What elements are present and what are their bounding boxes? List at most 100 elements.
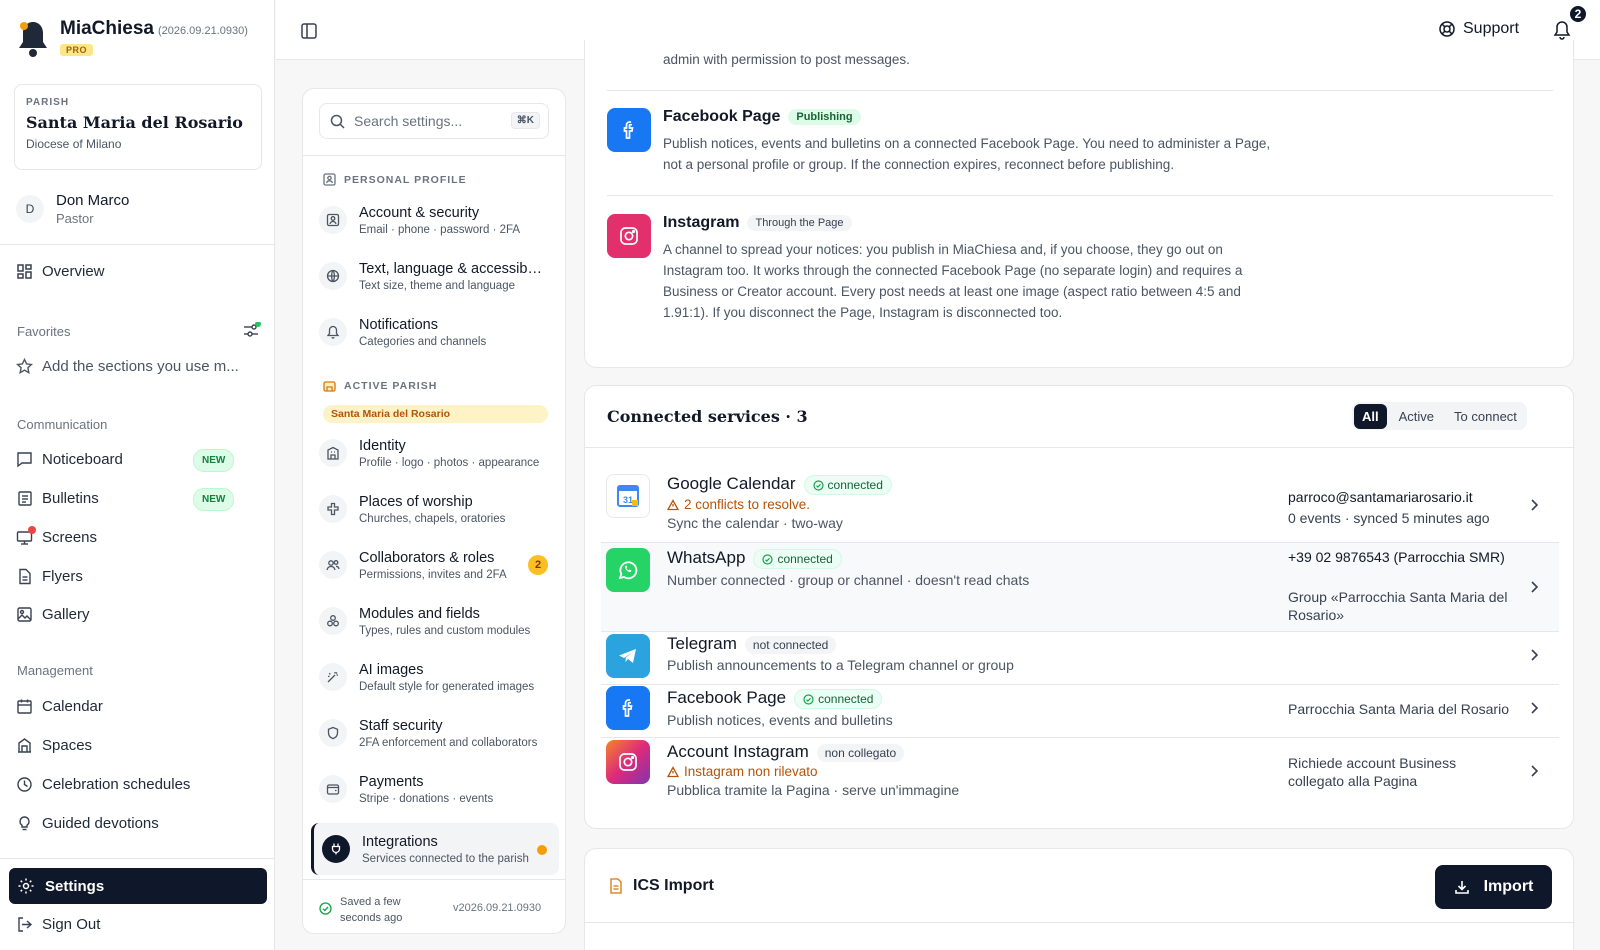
nav-spaces-label: Spaces (42, 736, 93, 754)
notification-count-badge: 2 (1568, 4, 1588, 24)
nav-celebration-schedules[interactable]: Celebration schedules (16, 771, 261, 797)
service-meta: Parrocchia Santa Maria del Rosario (1288, 701, 1509, 717)
file-text-icon (16, 568, 33, 585)
channel-description: Publish notices, events and bulletins on… (663, 136, 1271, 172)
filter-active[interactable]: Active (1391, 404, 1442, 429)
avatar: D (16, 195, 44, 223)
nav-bulletins-label: Bulletins (42, 489, 99, 507)
settings-item-notifications[interactable]: Notifications Categories and channels (319, 307, 559, 357)
nav-flyers-label: Flyers (42, 567, 83, 585)
parish-name: Santa Maria del Rosario (26, 113, 243, 132)
personal-profile-header: PERSONAL PROFILE (323, 173, 467, 186)
service-filter: All Active To connect (1352, 402, 1527, 430)
service-description: Publish announcements to a Telegram chan… (667, 657, 1014, 674)
service-description: Sync the calendar · two-way (667, 515, 843, 532)
filter-all[interactable]: All (1354, 403, 1387, 429)
service-name: WhatsApp (667, 548, 746, 567)
saved-status: Saved a few seconds ago (340, 896, 403, 924)
favorites-label: Favorites (17, 324, 71, 339)
settings-item-title: Integrations (362, 833, 438, 850)
nav-settings[interactable]: Settings (9, 868, 267, 904)
conflict-warning[interactable]: 2 conflicts to resolve. (667, 497, 892, 512)
service-row[interactable]: Telegram not connected Publish announceme… (600, 632, 1560, 682)
nav-gallery[interactable]: Gallery (16, 601, 261, 627)
channels-card: admin with permission to post messages. … (584, 40, 1574, 368)
nav-overview[interactable]: Overview (16, 258, 261, 284)
settings-item-subtitle: Text size, theme and language (359, 279, 515, 292)
active-parish-chip: Santa Maria del Rosario (323, 405, 548, 423)
settings-item-subtitle: Default style for generated images (359, 680, 535, 693)
bell-logo-icon (16, 18, 50, 60)
search-placeholder: Search settings... (354, 113, 463, 129)
warning-icon (667, 498, 679, 510)
nav-sign-out[interactable]: Sign Out (16, 911, 261, 937)
settings-item-payments[interactable]: Payments Stripe · donations · events (319, 764, 559, 814)
favorites-settings-icon[interactable] (243, 322, 261, 338)
cross-icon (319, 495, 347, 523)
status-badge: non collegato (816, 744, 905, 763)
service-meta: Group «Parrocchia Santa Maria del Rosari… (1288, 589, 1508, 623)
new-badge: NEW (193, 449, 235, 472)
instagram-icon (606, 740, 650, 784)
facebook-icon (607, 108, 651, 152)
channel-tag: Publishing (788, 109, 861, 126)
users-icon (319, 551, 347, 579)
instagram-warning: Instagram non rilevato (667, 764, 959, 779)
chevron-right-icon[interactable] (1530, 498, 1540, 512)
chevron-right-icon[interactable] (1530, 701, 1540, 715)
nav-guided-devotions[interactable]: Guided devotions (16, 810, 261, 836)
nav-flyers[interactable]: Flyers (16, 563, 261, 589)
settings-item-collaborators[interactable]: Collaborators & roles Permissions, invite… (319, 540, 559, 590)
settings-item-text-language[interactable]: Text, language & accessibility Text size,… (319, 251, 559, 301)
settings-item-title: Collaborators & roles (359, 549, 495, 566)
settings-search-input[interactable]: Search settings... ⌘K (319, 103, 549, 139)
monitor-icon (16, 525, 36, 546)
management-label: Management (17, 663, 93, 678)
google-calendar-icon: 31 (606, 474, 650, 518)
service-name: Google Calendar (667, 474, 796, 493)
lifebuoy-icon (1438, 20, 1456, 38)
support-button[interactable]: Support (1438, 20, 1519, 38)
nav-calendar[interactable]: Calendar (16, 693, 261, 719)
service-description: Number connected · group or channel · do… (667, 572, 1030, 589)
notifications-bell-icon[interactable] (1553, 20, 1571, 40)
nav-screens[interactable]: Screens (16, 524, 261, 550)
facebook-channel: Facebook Page Publishing Publish notices,… (663, 108, 1283, 175)
brand: MiaChiesa (2026.09.21.0930) PRO (16, 18, 248, 60)
user-profile[interactable]: D Don Marco Pastor (16, 192, 129, 226)
settings-item-staff-security[interactable]: Staff security 2FA enforcement and collab… (319, 708, 559, 758)
import-label: Import (1483, 878, 1534, 895)
settings-item-subtitle: Churches, chapels, oratories (359, 512, 506, 525)
settings-item-identity[interactable]: Identity Profile · logo · photos · appear… (319, 428, 559, 478)
sidebar-toggle-icon[interactable] (300, 22, 318, 40)
settings-item-subtitle: Stripe · donations · events (359, 792, 494, 805)
settings-item-ai-images[interactable]: AI images Default style for generated ima… (319, 652, 559, 702)
settings-panel: Search settings... ⌘K PERSONAL PROFILE A… (302, 88, 566, 934)
status-badge: not connected (744, 636, 837, 655)
plug-icon (322, 835, 350, 863)
connected-services-title: Connected services · 3 (607, 407, 808, 426)
favorites-empty[interactable]: Add the sections you use m... (16, 353, 261, 379)
chevron-right-icon[interactable] (1530, 764, 1540, 778)
service-description: Publish notices, events and bulletins (667, 712, 893, 729)
parish-card[interactable]: PARISH Santa Maria del Rosario Diocese o… (14, 84, 262, 170)
status-badge: connected (753, 549, 842, 570)
chevron-right-icon[interactable] (1530, 648, 1540, 662)
parish-eyebrow: PARISH (26, 97, 70, 108)
status-badge: connected (794, 689, 883, 710)
nav-screens-label: Screens (42, 528, 98, 546)
chevron-right-icon[interactable] (1530, 580, 1540, 594)
pending-count-badge: 2 (528, 555, 548, 575)
settings-item-account-security[interactable]: Account & security Email · phone · passwo… (319, 195, 559, 245)
settings-item-subtitle: Profile · logo · photos · appearance (359, 456, 540, 469)
attention-dot (537, 845, 547, 855)
import-button[interactable]: Import (1435, 865, 1552, 909)
divider (0, 858, 275, 859)
settings-item-modules[interactable]: Modules and fields Types, rules and custo… (319, 596, 559, 646)
instagram-icon (607, 214, 651, 258)
settings-item-integrations[interactable]: Integrations Services connected to the pa… (311, 823, 559, 875)
nav-spaces[interactable]: Spaces (16, 732, 261, 758)
filter-to-connect[interactable]: To connect (1446, 404, 1525, 429)
user-name: Don Marco (56, 192, 130, 209)
settings-item-places-of-worship[interactable]: Places of worship Churches, chapels, orat… (319, 484, 559, 534)
